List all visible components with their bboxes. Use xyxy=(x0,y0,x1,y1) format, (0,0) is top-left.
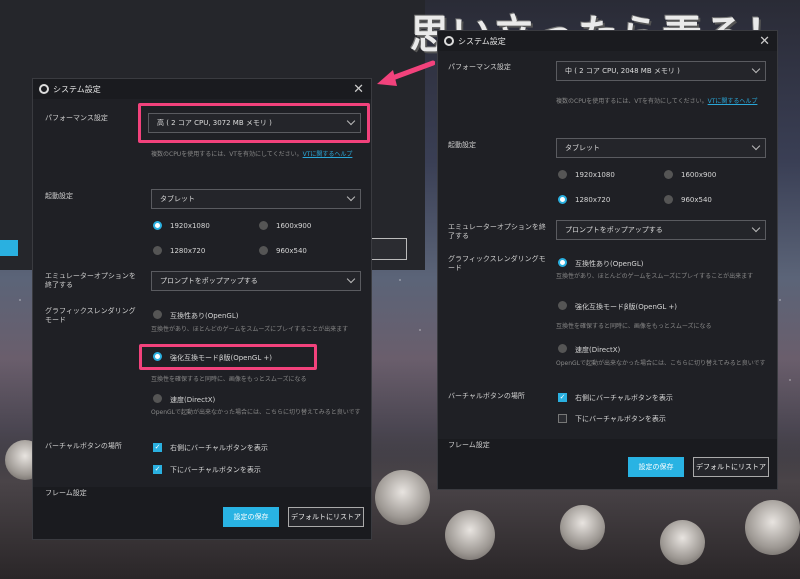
gfx-opengl-hint: 互換性があり、ほとんどのゲームをスムーズにプレイすることが出来ます xyxy=(151,326,349,333)
vbtn-bottom-checkbox[interactable] xyxy=(558,414,567,423)
chevron-down-icon xyxy=(346,192,356,202)
gfx-radio-directx[interactable] xyxy=(558,344,567,353)
chevron-down-icon xyxy=(751,223,761,233)
res-1920-label: 1920x1080 xyxy=(575,171,615,179)
res-960-label: 960x540 xyxy=(681,196,712,204)
gfx-highlight xyxy=(139,344,317,370)
chevron-down-icon xyxy=(751,64,761,74)
res-1600-label: 1600x900 xyxy=(681,171,717,179)
dialog-title-bar: システム設定 xyxy=(33,79,371,99)
antenna-dish xyxy=(560,505,605,550)
frame-label: フレーム設定 xyxy=(45,489,87,497)
gfx-directx-label: 速度(DirectX) xyxy=(575,346,621,354)
arrow-icon xyxy=(377,60,435,86)
res-1280-label: 1280x720 xyxy=(575,196,611,204)
boot-label: 起動設定 xyxy=(448,141,476,149)
res-radio-1920[interactable] xyxy=(558,170,567,179)
gfx-opengl-label: 互換性あり(OpenGL) xyxy=(170,312,239,320)
vt-help-link[interactable]: VTに関するヘルプ xyxy=(708,98,758,105)
res-radio-1600[interactable] xyxy=(259,221,268,230)
performance-label: パフォーマンス設定 xyxy=(448,63,511,71)
vt-hint: 複数のCPUを使用するには、VTを有効にしてください。VTに関するヘルプ xyxy=(151,151,353,158)
exit-select[interactable]: プロンプトをポップアップする xyxy=(556,220,766,240)
gfx-radio-directx[interactable] xyxy=(153,394,162,403)
res-1920-label: 1920x1080 xyxy=(170,222,210,230)
gfx-directx-hint: OpenGLで起動が出来なかった場合には、こちらに切り替えてみると良いです xyxy=(556,360,766,367)
boot-value: タブレット xyxy=(565,144,600,152)
antenna-dish xyxy=(660,520,705,565)
gfx-directx-label: 速度(DirectX) xyxy=(170,396,216,404)
performance-highlight xyxy=(138,103,370,143)
cyan-tab xyxy=(0,240,18,256)
vbtn-right-label: 右側にバーチャルボタンを表示 xyxy=(170,444,268,452)
vbtn-bottom-checkbox[interactable]: ✓ xyxy=(153,465,162,474)
res-radio-1280[interactable] xyxy=(153,246,162,255)
res-radio-1280[interactable] xyxy=(558,195,567,204)
save-button[interactable]: 設定の保存 xyxy=(223,507,279,527)
gfx-opengl-plus-hint: 互換性を確保すると同時に、画像をもっとスムーズになる xyxy=(151,376,307,383)
performance-select[interactable]: 中 ( 2 コア CPU, 2048 MB メモリ ) xyxy=(556,61,766,81)
boot-label: 起動設定 xyxy=(45,192,73,200)
chevron-down-icon xyxy=(751,141,761,151)
vbtn-bottom-label: 下にバーチャルボタンを表示 xyxy=(170,466,261,474)
vbtn-label: バーチャルボタンの場所 xyxy=(448,392,525,400)
exit-value: プロンプトをポップアップする xyxy=(565,226,663,234)
close-icon[interactable]: ✕ xyxy=(353,82,364,97)
gfx-radio-opengl-plus[interactable] xyxy=(558,301,567,310)
settings-dialog-left: システム設定 ✕ パフォーマンス設定 高 ( 2 コア CPU, 3072 MB… xyxy=(32,78,372,540)
res-radio-1920[interactable] xyxy=(153,221,162,230)
gear-icon xyxy=(444,36,454,46)
vbtn-label: バーチャルボタンの場所 xyxy=(45,442,122,450)
gfx-opengl-hint: 互換性があり、ほとんどのゲームをスムーズにプレイすることが出来ます xyxy=(556,273,754,280)
gfx-label: グラフィックスレンダリングモード xyxy=(45,307,136,324)
gfx-opengl-plus-hint: 互換性を確保すると同時に、画像をもっとスムーズになる xyxy=(556,323,712,330)
settings-dialog-right: システム設定 ✕ パフォーマンス設定 中 ( 2 コア CPU, 2048 MB… xyxy=(437,30,778,490)
antenna-dish xyxy=(375,470,430,525)
gfx-opengl-label: 互換性あり(OpenGL) xyxy=(575,260,644,268)
gear-icon xyxy=(39,84,49,94)
gfx-label: グラフィックスレンダリングモード xyxy=(448,255,546,272)
res-radio-960[interactable] xyxy=(259,246,268,255)
exit-label: エミュレーターオプションを終了する xyxy=(448,223,546,240)
antenna-dish xyxy=(445,510,495,560)
exit-label: エミュレーターオプションを終了する xyxy=(45,272,136,289)
vbtn-bottom-label: 下にバーチャルボタンを表示 xyxy=(575,415,666,423)
dialog-footer: フレーム設定 設定の保存 デフォルトにリストア xyxy=(33,487,371,539)
reset-button[interactable]: デフォルトにリストア xyxy=(693,457,769,477)
dialog-title: システム設定 xyxy=(53,84,101,94)
vt-hint: 複数のCPUを使用するには、VTを有効にしてください。VTに関するヘルプ xyxy=(556,98,758,105)
gfx-opengl-plus-label: 強化互換モードβ版(OpenGL +) xyxy=(575,303,678,311)
dialog-title-bar: システム設定 xyxy=(438,31,777,51)
dialog-footer: フレーム設定 設定の保存 デフォルトにリストア xyxy=(438,439,777,489)
vbtn-right-checkbox[interactable]: ✓ xyxy=(558,393,567,402)
res-radio-1600[interactable] xyxy=(664,170,673,179)
vbtn-right-label: 右側にバーチャルボタンを表示 xyxy=(575,394,673,402)
gfx-radio-opengl[interactable] xyxy=(558,258,567,267)
res-1280-label: 1280x720 xyxy=(170,247,206,255)
performance-value: 中 ( 2 コア CPU, 2048 MB メモリ ) xyxy=(565,67,680,75)
dialog-title: システム設定 xyxy=(458,36,506,46)
exit-value: プロンプトをポップアップする xyxy=(160,277,258,285)
vt-help-link[interactable]: VTに関するヘルプ xyxy=(303,151,353,158)
gfx-radio-opengl[interactable] xyxy=(153,310,162,319)
gfx-directx-hint: OpenGLで起動が出来なかった場合には、こちらに切り替えてみると良いです xyxy=(151,409,361,416)
save-button[interactable]: 設定の保存 xyxy=(628,457,684,477)
boot-value: タブレット xyxy=(160,195,195,203)
frame-label: フレーム設定 xyxy=(448,441,490,449)
exit-select[interactable]: プロンプトをポップアップする xyxy=(151,271,361,291)
performance-label: パフォーマンス設定 xyxy=(45,114,108,122)
boot-select[interactable]: タブレット xyxy=(556,138,766,158)
antenna-dish xyxy=(745,500,800,555)
vbtn-right-checkbox[interactable]: ✓ xyxy=(153,443,162,452)
reset-button[interactable]: デフォルトにリストア xyxy=(288,507,364,527)
close-icon[interactable]: ✕ xyxy=(759,34,770,49)
boot-select[interactable]: タブレット xyxy=(151,189,361,209)
res-radio-960[interactable] xyxy=(664,195,673,204)
res-960-label: 960x540 xyxy=(276,247,307,255)
chevron-down-icon xyxy=(346,274,356,284)
res-1600-label: 1600x900 xyxy=(276,222,312,230)
